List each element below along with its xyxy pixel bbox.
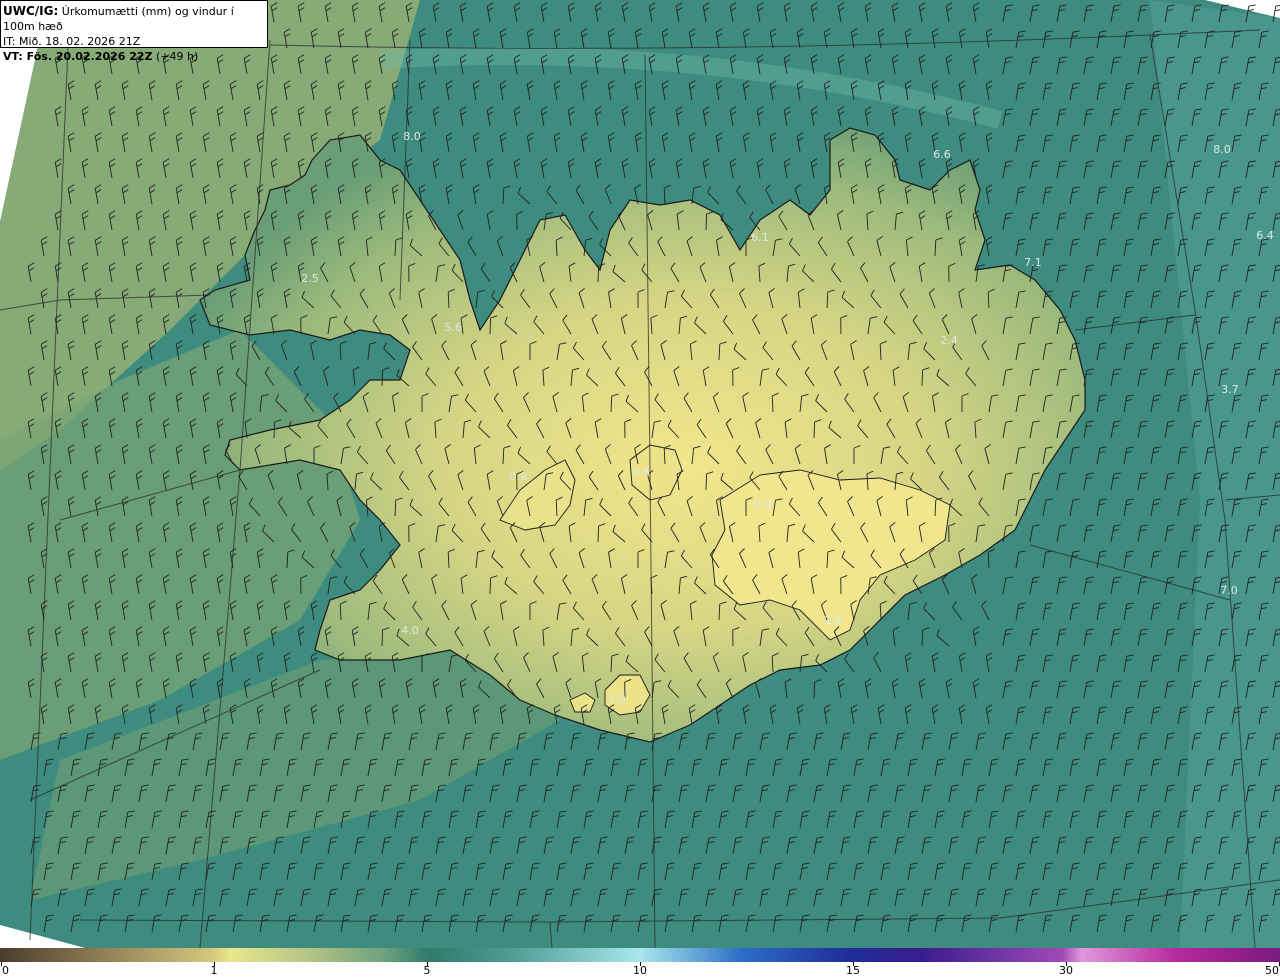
value-label: 2.5	[301, 272, 319, 285]
source-label: UWC/IG:	[3, 4, 59, 18]
colorbar: 0 1 5 10 15 30 50	[0, 948, 1280, 978]
colorbar-gradient	[0, 948, 1280, 962]
colorbar-tick-label: 10	[633, 964, 647, 977]
value-label: 7.1	[1024, 256, 1042, 269]
forecast-offset: (+49 h)	[156, 50, 199, 63]
value-label: 4.0	[401, 624, 419, 637]
value-label: 3.7	[1221, 383, 1239, 396]
valid-time-line: VT: Fös. 20.02.2026 22Z (+49 h)	[3, 49, 267, 64]
colorbar-tick-label: 1	[210, 964, 218, 977]
colorbar-tick-label: 50	[1265, 964, 1279, 977]
value-label: 0.9	[509, 470, 527, 483]
value-label: 6.1	[751, 231, 769, 244]
value-label: 7.0	[1220, 584, 1238, 597]
colorbar-tick-label: 5	[423, 964, 431, 977]
value-label: 8.0	[1213, 143, 1231, 156]
map-info-box: UWC/IG: Úrkomumætti (mm) og vindur í 100…	[0, 0, 268, 63]
colorbar-tick-label: 30	[1059, 964, 1073, 977]
value-label: 2.4	[940, 334, 958, 347]
value-label: 6.6	[933, 148, 951, 161]
init-time: IT: Mið. 18. 02. 2026 21Z	[3, 35, 141, 48]
valid-time: VT: Fös. 20.02.2026 22Z	[3, 50, 153, 63]
value-label: 5.6	[444, 321, 462, 334]
weather-map-view: { "header": { "source": "UWC/IG:", "titl…	[0, 0, 1280, 978]
title-line: UWC/IG: Úrkomumætti (mm) og vindur í 100…	[3, 4, 267, 34]
value-label: 2.6	[824, 614, 842, 627]
precipitation-map: 8.0 6.6 8.0 6.1 6.4 7.1 2.5 5.6 2.4 3.7 0.9 0.6 0.9 7…	[0, 0, 1280, 948]
colorbar-tick-label: 15	[846, 964, 860, 977]
value-label: 6.4	[1256, 229, 1274, 242]
value-label: 0.9	[754, 498, 772, 511]
value-label: 1.0	[608, 692, 626, 705]
value-label: 8.0	[403, 130, 421, 143]
value-label: 0.6	[632, 466, 650, 479]
colorbar-tick-label: 0	[2, 964, 9, 977]
